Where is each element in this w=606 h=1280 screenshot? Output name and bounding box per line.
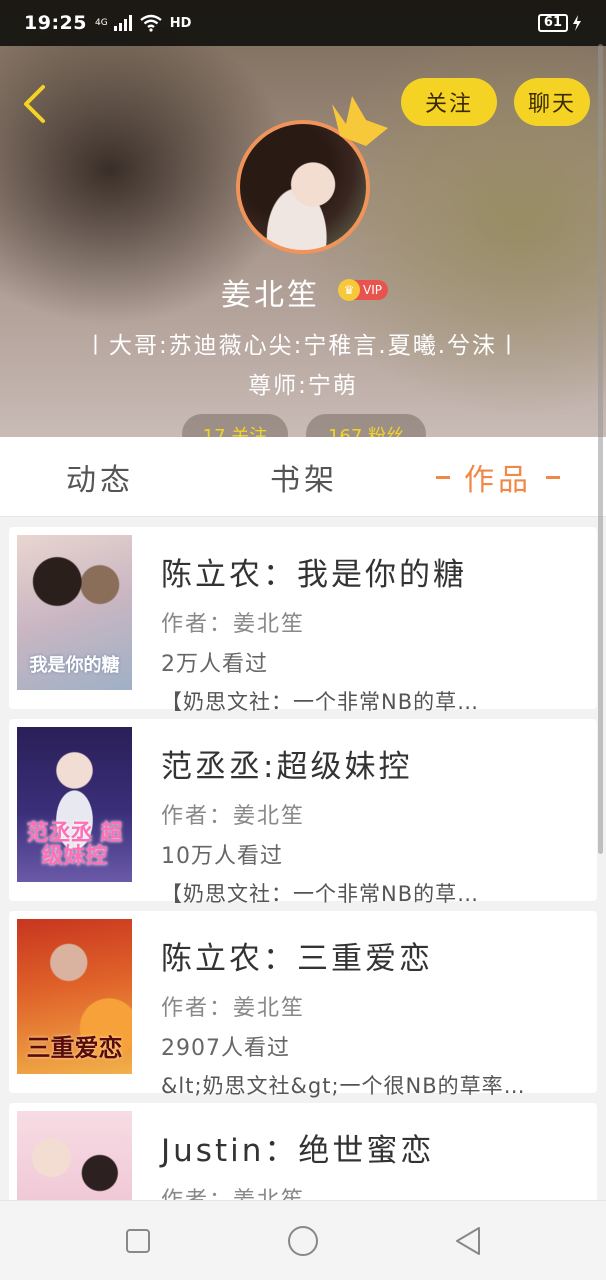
tab-bar: 动态 书架 作品 [0, 437, 606, 517]
circle-icon[interactable] [287, 1225, 319, 1257]
book-cover: 我是你的糖 [17, 535, 132, 690]
follow-button[interactable]: 关注 [401, 78, 497, 126]
charging-icon [573, 15, 581, 31]
triangle-back-icon[interactable] [452, 1225, 484, 1257]
book-author: 作者：姜北笙 [161, 1182, 581, 1200]
tab-dynamic[interactable]: 动态 [66, 455, 134, 499]
fans-count[interactable]: 167 粉丝 [306, 414, 426, 437]
wifi-icon [139, 14, 162, 32]
book-description: &lt;奶思文社&gt;一个很NB的草率… [161, 1074, 526, 1098]
hd-icon: HD [169, 15, 192, 31]
bio-line-2: 尊师:宁萌 [248, 373, 358, 399]
scrollbar[interactable] [598, 44, 603, 854]
book-author: 作者：姜北笙 [161, 996, 306, 1021]
status-bar: 19:25 4G HD 61 [0, 0, 606, 46]
book-author: 作者：姜北笙 [161, 612, 306, 637]
book-description: 【奶思文社：一个非常NB的草… [161, 690, 480, 714]
list-item[interactable]: 三重爱恋 陈立农：三重爱恋 作者：姜北笙 2907人看过 &lt;奶思文社&gt… [9, 911, 597, 1098]
back-arrow-icon [24, 85, 45, 123]
list-item[interactable]: 我是你的糖 陈立农：我是你的糖 作者：姜北笙 2万人看过 【奶思文社：一个非常N… [9, 527, 597, 714]
battery-icon: 61 [537, 14, 568, 32]
book-views: 10万人看过 [161, 844, 283, 869]
book-cover: 范丞丞 超级妹控 [17, 727, 132, 882]
book-title: 陈立农：我是你的糖 [161, 557, 467, 593]
back-button[interactable] [14, 82, 54, 126]
status-time: 19:25 [24, 12, 87, 34]
book-title: 范丞丞:超级妹控 [161, 749, 413, 785]
book-views: 2万人看过 [161, 652, 268, 677]
works-list: 我是你的糖 陈立农：我是你的糖 作者：姜北笙 2万人看过 【奶思文社：一个非常N… [0, 517, 606, 1200]
system-nav-bar [0, 1200, 606, 1280]
book-author: 作者：姜北笙 [161, 804, 306, 829]
vip-badge: ♛ VIP [338, 279, 390, 301]
bio-line-1: 〡大哥:苏迪薇心尖:宁稚言.夏曦.兮沫〡 [83, 333, 523, 359]
profile-header: 19:25 4G HD 61 关注 聊天 姜北笙 ♛ VIP 〡大哥:苏迪薇心尖… [0, 0, 606, 437]
signal-icon: 4G [95, 15, 132, 31]
vip-crown-icon: ♛ [338, 279, 360, 301]
book-views: 2907人看过 [161, 1036, 290, 1061]
tab-works[interactable]: 作品 [436, 455, 560, 499]
list-item[interactable]: Justin：绝世蜜恋 作者：姜北笙 [9, 1103, 597, 1200]
book-title: Justin：绝世蜜恋 [161, 1133, 435, 1169]
book-title: 陈立农：三重爱恋 [161, 941, 433, 977]
chat-button[interactable]: 聊天 [514, 78, 590, 126]
square-icon[interactable] [122, 1225, 154, 1257]
username: 姜北笙 [221, 278, 320, 313]
book-cover [17, 1111, 132, 1200]
following-count[interactable]: 17 关注 [182, 414, 288, 437]
book-description: 【奶思文社：一个非常NB的草… [161, 882, 480, 906]
book-cover: 三重爱恋 [17, 919, 132, 1074]
crown-icon [332, 96, 388, 146]
list-item[interactable]: 范丞丞 超级妹控 范丞丞:超级妹控 作者：姜北笙 10万人看过 【奶思文社：一个… [9, 719, 597, 906]
tab-bookshelf[interactable]: 书架 [270, 455, 338, 499]
